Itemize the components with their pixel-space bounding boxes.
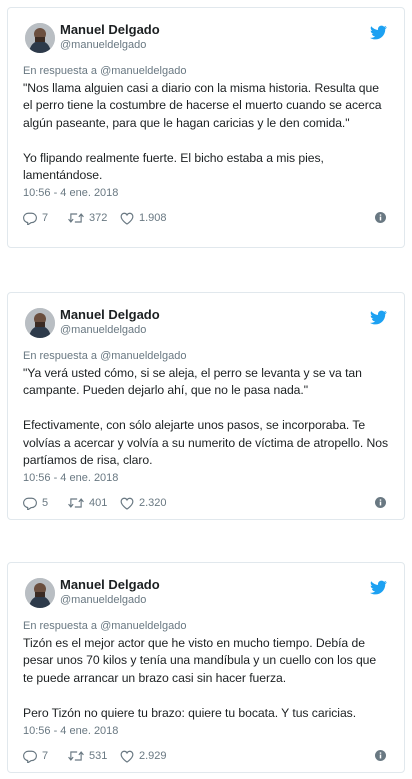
reply-prefix: En respuesta a (23, 350, 101, 362)
twitter-bird-icon[interactable] (370, 24, 387, 41)
retweet-button[interactable]: 531 (68, 750, 120, 762)
reply-context: En respuesta a @manueldelgado (23, 64, 389, 78)
tweet-actions: 7 372 1.908 (23, 208, 389, 228)
author-handle[interactable]: @manueldelgado (60, 323, 146, 337)
reply-handle-link[interactable]: @manueldelgado (100, 620, 186, 632)
author-name[interactable]: Manuel Delgado (60, 22, 160, 38)
reply-button[interactable]: 7 (23, 750, 68, 763)
reply-count: 7 (42, 750, 49, 763)
like-button[interactable]: 1.908 (120, 212, 180, 225)
tweet-header: Manuel Delgado @manueldelgado (23, 577, 389, 617)
heart-icon (120, 212, 134, 225)
retweet-button[interactable]: 401 (68, 497, 120, 509)
reply-handle-link[interactable]: @manueldelgado (100, 65, 186, 77)
reply-handle-link[interactable]: @manueldelgado (100, 350, 186, 362)
heart-icon (120, 497, 134, 510)
heart-icon (120, 750, 134, 763)
reply-icon (23, 212, 37, 225)
like-button[interactable]: 2.320 (120, 497, 180, 510)
reply-icon (23, 497, 37, 510)
reply-context: En respuesta a @manueldelgado (23, 619, 389, 633)
twitter-bird-icon[interactable] (370, 309, 387, 326)
retweet-icon (68, 498, 84, 509)
tweet-actions: 7 531 2.929 (23, 746, 389, 766)
info-icon[interactable] (375, 212, 386, 224)
reply-icon (23, 750, 37, 763)
tweet-timestamp[interactable]: 10:56 - 4 ene. 2018 (23, 471, 389, 485)
like-count: 2.320 (139, 497, 167, 510)
author-name[interactable]: Manuel Delgado (60, 577, 160, 593)
like-count: 1.908 (139, 212, 167, 225)
retweet-count: 372 (89, 212, 108, 225)
retweet-icon (68, 751, 84, 761)
tweet-header: Manuel Delgado @manueldelgado (23, 307, 389, 347)
tweet-timestamp[interactable]: 10:56 - 4 ene. 2018 (23, 186, 389, 200)
tweet-header: Manuel Delgado @manueldelgado (23, 22, 389, 62)
retweet-count: 531 (89, 750, 108, 763)
retweet-icon (68, 213, 84, 224)
tweet-text: Tizón es el mejor actor que he visto en … (23, 636, 377, 720)
like-button[interactable]: 2.929 (120, 750, 180, 763)
info-icon[interactable] (375, 497, 386, 509)
retweet-count: 401 (89, 497, 108, 510)
avatar[interactable] (25, 23, 55, 53)
avatar[interactable] (25, 308, 55, 338)
reply-prefix: En respuesta a (23, 620, 101, 632)
like-count: 2.929 (139, 750, 167, 763)
info-icon[interactable] (375, 750, 386, 762)
tweet-text: "Ya verá usted cómo, si se aleja, el per… (23, 366, 389, 468)
retweet-button[interactable]: 372 (68, 212, 120, 224)
avatar[interactable] (25, 578, 55, 608)
reply-count: 7 (42, 212, 49, 225)
reply-prefix: En respuesta a (23, 65, 101, 77)
tweet-card[interactable]: Manuel Delgado @manueldelgado En respues… (7, 292, 405, 520)
reply-count: 5 (42, 497, 49, 510)
tweet-actions: 5 401 2.320 (23, 493, 389, 513)
twitter-bird-icon[interactable] (370, 579, 387, 596)
author-handle[interactable]: @manueldelgado (60, 38, 146, 52)
author-name[interactable]: Manuel Delgado (60, 307, 160, 323)
tweet-text: "Nos llama alguien casi a diario con la … (23, 81, 382, 183)
reply-context: En respuesta a @manueldelgado (23, 349, 389, 363)
tweet-timestamp[interactable]: 10:56 - 4 ene. 2018 (23, 724, 389, 738)
tweet-card[interactable]: Manuel Delgado @manueldelgado En respues… (7, 562, 405, 773)
tweet-card[interactable]: Manuel Delgado @manueldelgado En respues… (7, 7, 405, 248)
reply-button[interactable]: 5 (23, 497, 68, 510)
reply-button[interactable]: 7 (23, 212, 68, 225)
author-handle[interactable]: @manueldelgado (60, 593, 146, 607)
